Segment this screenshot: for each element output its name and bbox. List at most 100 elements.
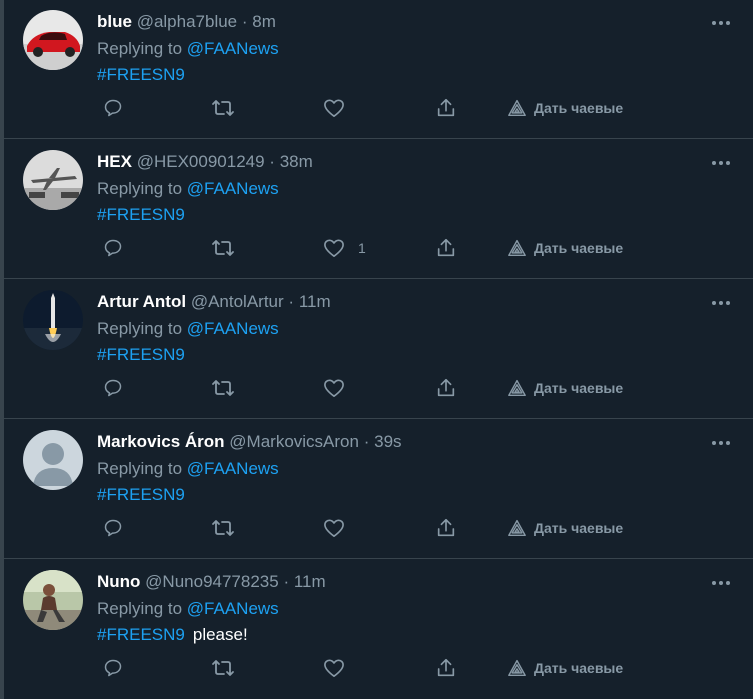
timestamp[interactable]: 39s [374,432,401,451]
retweet-button[interactable] [211,377,235,399]
reply-icon [104,659,122,677]
like-icon [324,239,344,257]
user-handle[interactable]: @alpha7blue [137,12,237,31]
share-button[interactable] [435,517,457,539]
user-handle[interactable]: @HEX00901249 [137,152,265,171]
like-button[interactable] [323,657,358,679]
retweet-icon [212,660,234,676]
like-button[interactable]: 1 [323,237,366,259]
display-name[interactable]: blue [97,12,132,31]
more-icon[interactable] [711,434,731,445]
more-icon[interactable] [711,574,731,585]
tweet-header: HEX @HEX00901249 · 38m [97,151,313,173]
hashtag-link[interactable]: #FREESN9 [97,625,185,644]
retweet-button[interactable] [211,237,235,259]
replying-to-label: Replying to [97,179,183,198]
avatar[interactable] [23,10,83,70]
like-button[interactable] [323,377,358,399]
share-button[interactable] [435,657,457,679]
timestamp[interactable]: 11m [299,292,331,311]
share-icon [437,518,455,537]
avatar[interactable] [23,290,83,350]
mention-link[interactable]: @FAANews [187,459,279,478]
tip-label: Дать чаевые [534,100,624,116]
share-icon [437,98,455,117]
reply-icon [104,239,122,257]
tip-button[interactable]: Дать чаевые [507,377,623,399]
tweet[interactable]: Markovics Áron @MarkovicsAron · 39s Repl… [4,420,753,559]
tweet-body: #FREESN9 please! [97,624,248,646]
tweet[interactable]: blue @alpha7blue · 8m Replying to @FAANe… [4,0,753,139]
tip-button[interactable]: Дать чаевые [507,97,623,119]
more-icon[interactable] [711,294,731,305]
mention-link[interactable]: @FAANews [187,179,279,198]
tip-button[interactable]: Дать чаевые [507,657,623,679]
reply-button[interactable] [103,657,123,679]
replying-to-label: Replying to [97,319,183,338]
tweet-header: Markovics Áron @MarkovicsAron · 39s [97,431,402,453]
tweet-body: #FREESN9 [97,64,185,86]
hashtag-link[interactable]: #FREESN9 [97,485,185,504]
mention-link[interactable]: @FAANews [187,319,279,338]
tip-icon [508,659,526,677]
avatar[interactable] [23,430,83,490]
reply-button[interactable] [103,377,123,399]
display-name[interactable]: HEX [97,152,132,171]
hashtag-link[interactable]: #FREESN9 [97,205,185,224]
tweet-actions: Дать чаевые [97,97,657,119]
reply-icon [104,519,122,537]
tweet[interactable]: Nuno @Nuno94778235 · 11m Replying to @FA… [4,560,753,699]
like-count: 1 [358,240,366,256]
replying-to-label: Replying to [97,599,183,618]
share-button[interactable] [435,237,457,259]
tweet[interactable]: HEX @HEX00901249 · 38m Replying to @FAAN… [4,140,753,279]
reply-button[interactable] [103,97,123,119]
timestamp[interactable]: 38m [280,152,313,171]
share-button[interactable] [435,377,457,399]
display-name[interactable]: Nuno [97,572,140,591]
display-name[interactable]: Markovics Áron [97,432,225,451]
tip-button[interactable]: Дать чаевые [507,517,623,539]
replying-to-line: Replying to @FAANews [97,458,279,480]
avatar[interactable] [23,570,83,630]
hashtag-link[interactable]: #FREESN9 [97,345,185,364]
share-button[interactable] [435,97,457,119]
tweet-actions: Дать чаевые [97,517,657,539]
more-icon[interactable] [711,14,731,25]
timestamp[interactable]: 8m [252,12,276,31]
user-handle[interactable]: @AntolArtur [191,292,284,311]
reply-button[interactable] [103,237,123,259]
mention-link[interactable]: @FAANews [187,599,279,618]
retweet-icon [212,100,234,116]
replying-to-line: Replying to @FAANews [97,38,279,60]
like-icon [324,519,344,537]
share-icon [437,378,455,397]
user-handle[interactable]: @MarkovicsAron [229,432,359,451]
like-button[interactable] [323,517,358,539]
tweet-body: #FREESN9 [97,344,185,366]
retweet-button[interactable] [211,517,235,539]
like-icon [324,99,344,117]
user-handle[interactable]: @Nuno94778235 [145,572,279,591]
display-name[interactable]: Artur Antol [97,292,186,311]
replying-to-line: Replying to @FAANews [97,598,279,620]
share-icon [437,238,455,257]
mention-link[interactable]: @FAANews [187,39,279,58]
avatar[interactable] [23,150,83,210]
like-button[interactable] [323,97,358,119]
retweet-button[interactable] [211,97,235,119]
tip-button[interactable]: Дать чаевые [507,237,623,259]
timestamp[interactable]: 11m [294,572,326,591]
retweet-button[interactable] [211,657,235,679]
tweet-body: #FREESN9 [97,204,185,226]
more-icon[interactable] [711,154,731,165]
tweet[interactable]: Artur Antol @AntolArtur · 11m Replying t… [4,280,753,419]
reply-button[interactable] [103,517,123,539]
hashtag-link[interactable]: #FREESN9 [97,65,185,84]
separator-dot: · [363,432,370,451]
replying-to-label: Replying to [97,39,183,58]
tweet-body: #FREESN9 [97,484,185,506]
tweet-actions: 1 Дать чаевые [97,237,657,259]
tip-icon [508,239,526,257]
tweet-actions: Дать чаевые [97,657,657,679]
